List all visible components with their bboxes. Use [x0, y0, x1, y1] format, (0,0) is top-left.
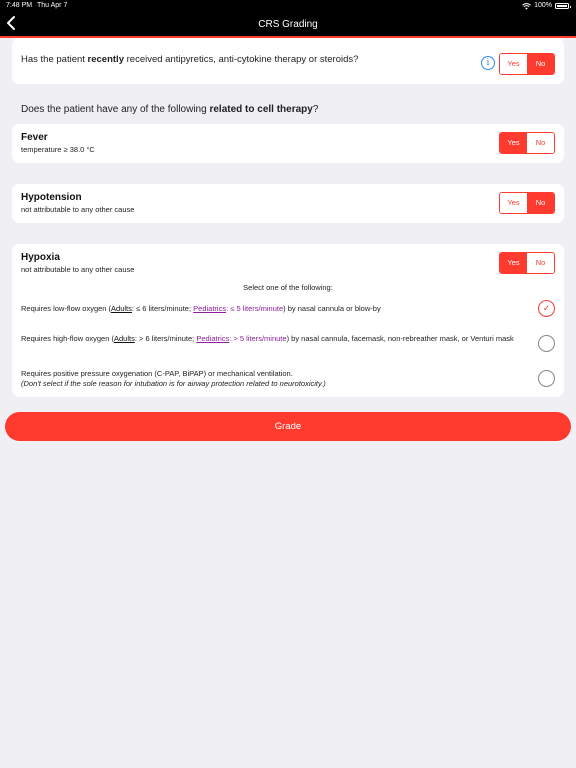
pediatrics-value: : > 5 liters/minute: [229, 334, 287, 343]
select-one-label: Select one of the following:: [243, 283, 333, 292]
option-text: ) by nasal cannula or blow-by: [283, 304, 381, 313]
grade-button[interactable]: Grade: [5, 412, 571, 441]
question-prefix: Has the patient: [21, 54, 88, 65]
heading-suffix: ?: [312, 104, 319, 115]
hypotension-card: Hypotension not attributable to any othe…: [12, 184, 564, 223]
battery-percent: 100%: [534, 2, 552, 9]
pediatrics-link[interactable]: Pediatrics: [193, 304, 226, 313]
status-bar: 7:48 PM Thu Apr 7 100%: [0, 0, 576, 12]
pediatrics-link[interactable]: Pediatrics: [196, 334, 229, 343]
fever-card: Fever temperature ≥ 38.0 °C Yes No: [12, 124, 564, 163]
question-suffix: received antipyretics, anti-cytokine the…: [123, 54, 359, 65]
option-positive-pressure-text: Requires positive pressure oxygenation (…: [21, 369, 521, 389]
hypotension-no[interactable]: No: [527, 193, 554, 213]
battery-icon: [555, 3, 571, 9]
option-high-flow-text: Requires high-flow oxygen (Adults: > 6 l…: [21, 334, 521, 344]
adults-link[interactable]: Adults: [111, 304, 132, 313]
recent-therapy-question: Has the patient recently received antipy…: [21, 54, 358, 65]
hypoxia-title: Hypoxia: [21, 252, 60, 263]
hypoxia-subtitle: not attributable to any other cause: [21, 265, 135, 274]
option-low-flow-text: Requires low-flow oxygen (Adults: ≤ 6 li…: [21, 304, 521, 314]
hypotension-toggle: Yes No: [499, 192, 555, 214]
hypoxia-toggle: Yes No: [499, 252, 555, 274]
status-date: Thu Apr 7: [37, 2, 68, 9]
recent-therapy-card: Has the patient recently received antipy…: [12, 38, 564, 84]
fever-subtitle: temperature ≥ 38.0 °C: [21, 145, 95, 154]
recent-therapy-yes[interactable]: Yes: [500, 54, 527, 74]
option-text: : > 6 liters/minute;: [134, 334, 197, 343]
status-right: 100%: [522, 0, 571, 12]
option-text: Requires low-flow oxygen (: [21, 304, 112, 313]
wifi-icon: [522, 2, 531, 10]
info-icon[interactable]: i: [481, 56, 495, 70]
hypoxia-yes[interactable]: Yes: [500, 253, 527, 273]
adults-link[interactable]: Adults: [114, 334, 135, 343]
fever-no[interactable]: No: [527, 133, 554, 153]
option-text: : ≤ 6 liters/minute;: [131, 304, 194, 313]
heading-bold: related to cell therapy: [209, 104, 313, 115]
pediatrics-value: : ≤ 5 liters/minute: [226, 304, 284, 313]
section-heading: Does the patient have any of the followi…: [21, 104, 318, 115]
heading-prefix: Does the patient have any of the followi…: [21, 104, 210, 115]
fever-toggle: Yes No: [499, 132, 555, 154]
hypotension-yes[interactable]: Yes: [500, 193, 527, 213]
status-time: 7:48 PM: [6, 2, 33, 9]
hypoxia-card: Hypoxia not attributable to any other ca…: [12, 244, 564, 397]
fever-yes[interactable]: Yes: [500, 133, 527, 153]
option-note: (Don't select if the sole reason for int…: [21, 379, 326, 388]
hypotension-subtitle: not attributable to any other cause: [21, 205, 135, 214]
page-title: CRS Grading: [258, 19, 318, 30]
hypotension-title: Hypotension: [21, 192, 82, 203]
question-bold: recently: [87, 54, 124, 65]
option-text: Requires positive pressure oxygenation (…: [21, 369, 293, 378]
fever-title: Fever: [21, 132, 48, 143]
option-text: Requires high-flow oxygen (: [21, 334, 114, 343]
checkmark-icon: ✓: [542, 303, 551, 313]
option-low-flow-radio[interactable]: ✓: [538, 300, 555, 317]
hypoxia-no[interactable]: No: [527, 253, 554, 273]
recent-therapy-toggle: Yes No: [499, 53, 555, 75]
option-high-flow-radio[interactable]: [538, 335, 555, 352]
option-text: ) by nasal cannula, facemask, non-rebrea…: [286, 334, 514, 343]
option-positive-pressure-radio[interactable]: [538, 370, 555, 387]
recent-therapy-no[interactable]: No: [527, 54, 554, 74]
nav-bar: CRS Grading: [0, 12, 576, 38]
